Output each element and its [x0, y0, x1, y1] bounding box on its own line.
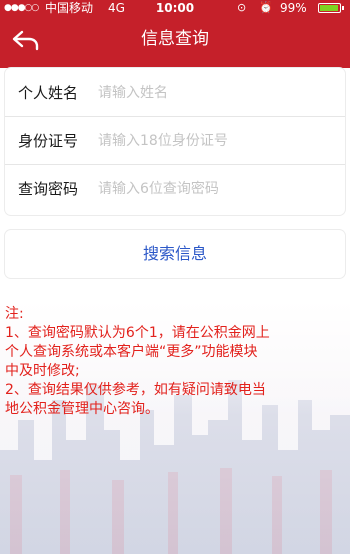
notes-title: 注: [5, 306, 24, 322]
notes-line: 个人查询系统或本客户端“更多”功能模块 [5, 344, 258, 360]
notes-section: 注: 1、查询密码默认为6个1，请在公积金网上 个人查询系统或本客户端“更多”功… [5, 305, 345, 419]
query-form: 个人姓名 身份证号 查询密码 [5, 68, 345, 215]
name-row: 个人姓名 [5, 69, 345, 117]
name-label: 个人姓名 [18, 84, 79, 102]
password-row: 查询密码 [5, 165, 345, 213]
password-label: 查询密码 [18, 180, 79, 198]
battery-fill [320, 5, 338, 11]
id-number-row: 身份证号 [5, 117, 345, 165]
battery-tip [342, 6, 344, 10]
alarm-icon: ⏰ [259, 1, 273, 14]
notes-line: 地公积金管理中心咨询。 [5, 401, 159, 417]
id-number-input[interactable] [98, 127, 333, 155]
id-number-label: 身份证号 [18, 132, 79, 150]
page-title: 信息查询 [141, 29, 209, 49]
notes-line: 中及时修改; [5, 363, 80, 379]
battery-percentage: 99% [280, 1, 307, 15]
search-button[interactable]: 搜索信息 [5, 230, 345, 278]
header-bar: ●●●○○ 中国移动 4G 10:00 ⊙ ⏰ 99% 信息查询 [0, 0, 350, 68]
password-input[interactable] [98, 175, 333, 203]
status-bar: ●●●○○ 中国移动 4G 10:00 ⊙ ⏰ 99% [0, 0, 350, 16]
navigation-bar: 信息查询 [0, 16, 350, 68]
notes-line: 1、查询密码默认为6个1，请在公积金网上 [5, 325, 270, 341]
notes-line: 2、查询结果仅供参考，如有疑问请致电当 [5, 382, 266, 398]
orientation-lock-icon: ⊙ [237, 1, 247, 14]
battery-icon [318, 3, 344, 13]
name-input[interactable] [98, 79, 333, 107]
